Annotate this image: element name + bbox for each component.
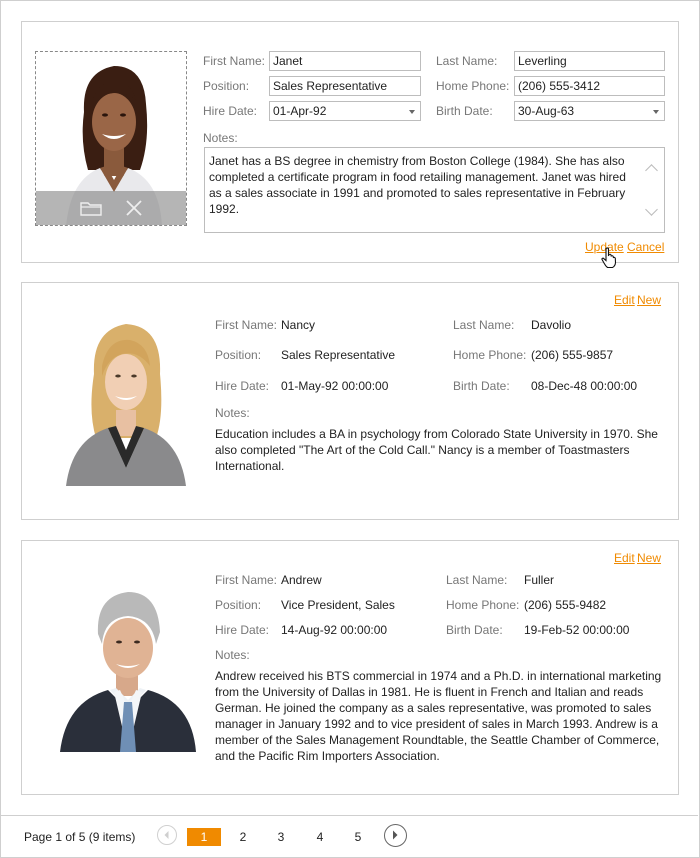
first-name-input[interactable]: Janet	[269, 51, 421, 71]
chevron-down-icon[interactable]	[409, 110, 415, 114]
label-hire-date: Hire Date:	[215, 623, 270, 637]
pager-page-3[interactable]: 3	[264, 828, 298, 846]
value-position: Vice President, Sales	[281, 598, 395, 612]
pager-prev-button[interactable]	[157, 825, 177, 845]
value-home-phone: (206) 555-9482	[524, 598, 607, 612]
close-icon[interactable]	[125, 199, 143, 217]
folder-icon[interactable]	[80, 200, 102, 216]
employee-card: Edit New First Name: Nancy Last Name: Da…	[21, 282, 679, 520]
pager-page-1[interactable]: 1	[187, 828, 221, 846]
employee-photo-nancy	[52, 312, 200, 486]
birth-date-value: 30-Aug-63	[518, 104, 575, 118]
pager-next-button[interactable]	[384, 824, 407, 847]
label-home-phone: Home Phone:	[453, 348, 527, 362]
label-position: Position:	[215, 598, 262, 612]
value-birth-date: 08-Dec-48 00:00:00	[531, 379, 638, 393]
value-last-name: Davolio	[531, 318, 572, 332]
label-hire-date: Hire Date:	[215, 379, 270, 393]
label-home-phone: Home Phone:	[446, 598, 520, 612]
scroll-down-icon[interactable]	[645, 203, 658, 216]
label-hire-date: Hire Date:	[203, 104, 258, 118]
hire-date-value: 01-Apr-92	[273, 104, 327, 118]
value-position: Sales Representative	[281, 348, 396, 362]
value-first-name: Nancy	[281, 318, 316, 332]
birth-date-picker[interactable]: 30-Aug-63	[514, 101, 665, 121]
label-notes: Notes:	[215, 406, 250, 420]
notes-text: Janet has a BS degree in chemistry from …	[209, 154, 626, 216]
pager-page-4[interactable]: 4	[303, 828, 337, 846]
label-last-name: Last Name:	[436, 54, 498, 68]
position-input[interactable]: Sales Representative	[269, 76, 421, 96]
label-position: Position:	[215, 348, 262, 362]
pager: Page 1 of 5 (9 items) 1 2 3 4 5	[0, 815, 698, 858]
value-home-phone: (206) 555-9857	[531, 348, 614, 362]
label-birth-date: Birth Date:	[436, 104, 493, 118]
photo-toolbar	[36, 191, 186, 225]
employee-card: Edit New First Name: Andrew Last Name: F…	[21, 540, 679, 795]
employee-photo-andrew	[52, 578, 200, 752]
hire-date-picker[interactable]: 01-Apr-92	[269, 101, 421, 121]
chevron-right-icon	[393, 830, 398, 840]
label-last-name: Last Name:	[453, 318, 515, 332]
label-first-name: First Name:	[215, 573, 278, 587]
cancel-button[interactable]: Cancel	[627, 240, 664, 254]
label-first-name: First Name:	[203, 54, 266, 68]
scroll-up-icon[interactable]	[645, 164, 658, 177]
edit-link[interactable]: Edit	[614, 551, 635, 565]
chevron-left-icon	[164, 831, 169, 839]
value-birth-date: 19-Feb-52 00:00:00	[524, 623, 630, 637]
label-birth-date: Birth Date:	[446, 623, 503, 637]
label-position: Position:	[203, 79, 250, 93]
value-hire-date: 01-May-92 00:00:00	[281, 379, 389, 393]
label-notes: Notes:	[215, 648, 250, 662]
new-link[interactable]: New	[637, 551, 661, 565]
value-notes: Andrew received his BTS commercial in 19…	[215, 669, 662, 763]
last-name-input[interactable]: Leverling	[514, 51, 665, 71]
pager-page-2[interactable]: 2	[226, 828, 260, 846]
chevron-down-icon[interactable]	[653, 110, 659, 114]
hand-pointer-icon	[601, 247, 617, 269]
new-link[interactable]: New	[637, 293, 661, 307]
label-home-phone: Home Phone:	[436, 79, 510, 93]
photo-upload-area[interactable]	[35, 51, 187, 226]
label-last-name: Last Name:	[446, 573, 508, 587]
notes-textarea[interactable]: Janet has a BS degree in chemistry from …	[204, 147, 665, 233]
pager-summary: Page 1 of 5 (9 items)	[24, 830, 136, 844]
label-birth-date: Birth Date:	[453, 379, 510, 393]
label-first-name: First Name:	[215, 318, 278, 332]
edit-form-card: First Name: Janet Last Name: Leverling P…	[21, 21, 679, 269]
value-last-name: Fuller	[524, 573, 555, 587]
label-notes: Notes:	[203, 131, 238, 145]
value-first-name: Andrew	[281, 573, 322, 587]
edit-link[interactable]: Edit	[614, 293, 635, 307]
home-phone-input[interactable]: (206) 555-3412	[514, 76, 665, 96]
pager-page-5[interactable]: 5	[341, 828, 375, 846]
value-notes: Education includes a BA in psychology fr…	[215, 427, 658, 473]
value-hire-date: 14-Aug-92 00:00:00	[281, 623, 388, 637]
